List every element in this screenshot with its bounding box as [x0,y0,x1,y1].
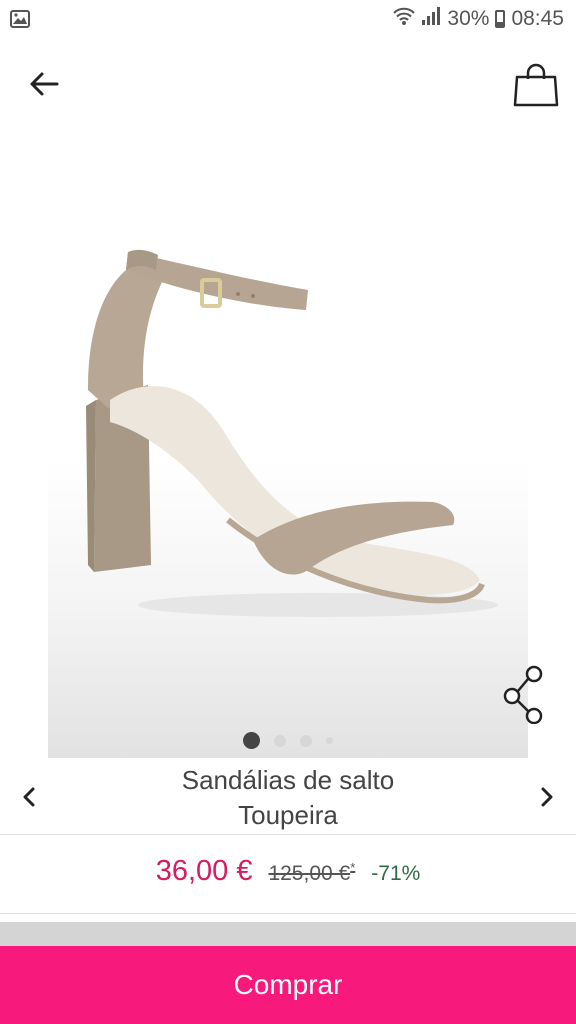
shopping-bag-icon [513,63,559,107]
pager-dot[interactable] [300,734,312,747]
back-arrow-icon [30,72,59,96]
shopping-bag-button[interactable] [510,58,562,110]
chevron-left-icon [23,787,35,807]
pager-dot[interactable] [326,737,333,744]
old-price: 125,00 €* [268,860,355,886]
status-time: 08:45 [511,7,564,30]
divider [0,913,576,914]
price-row: 36,00 € 125,00 €* -71% [0,855,576,888]
share-button[interactable] [502,664,546,725]
buy-button[interactable]: Comprar [0,946,576,1024]
battery-percent: 30% [447,7,490,30]
current-price: 36,00 € [155,855,253,887]
battery-icon [495,10,506,28]
signal-icon [421,6,441,32]
pager-dot-active[interactable] [243,732,260,749]
previous-product-button[interactable] [14,782,44,812]
discount-badge: -71% [371,862,421,885]
top-bar [0,40,576,130]
image-pager [48,732,528,749]
product-screen: 30% 08:45 Sandálias de salto Toupeira 36… [0,0,576,1024]
chevron-right-icon [541,787,553,807]
back-button[interactable] [22,64,66,104]
image-notification-icon [10,10,30,33]
product-image[interactable] [48,160,543,758]
next-product-button[interactable] [532,782,562,812]
old-price-value: 125,00 € [268,862,351,885]
grey-strip [0,922,576,948]
pager-dot[interactable] [274,734,286,747]
status-bar: 30% 08:45 [0,0,576,40]
product-title: Sandálias de salto [181,765,395,795]
wifi-icon [393,6,416,32]
share-icon [503,665,543,725]
sandal-image [86,249,498,617]
product-color: Toupeira [238,800,338,830]
divider [0,834,576,835]
old-price-mark: * [350,860,356,875]
